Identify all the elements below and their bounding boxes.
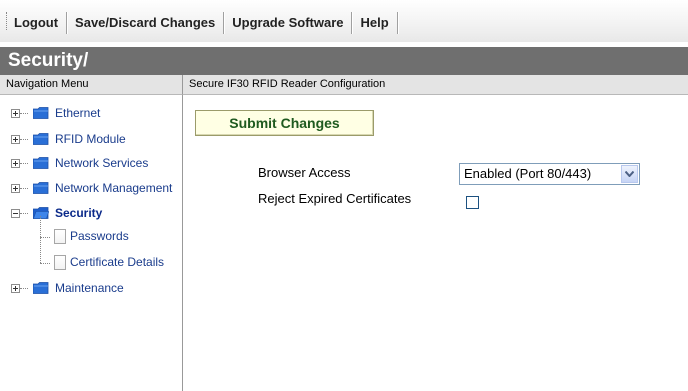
nav-label: RFID Module: [55, 132, 126, 146]
nav-label: Ethernet: [55, 106, 101, 120]
page-icon: [54, 255, 66, 270]
reject-expired-certificates-label: Reject Expired Certificates: [258, 191, 412, 206]
expand-plus-icon[interactable]: [11, 135, 20, 144]
save-discard-changes-button[interactable]: Save/Discard Changes: [67, 12, 225, 34]
nav-label: Security: [55, 206, 103, 220]
page-icon: [54, 229, 66, 244]
page-title: Security/: [0, 47, 688, 75]
nav-label: Network Services: [55, 156, 149, 170]
browser-access-value: Enabled (Port 80/443): [464, 166, 592, 181]
expand-plus-icon[interactable]: [11, 184, 20, 193]
expand-plus-icon[interactable]: [11, 284, 20, 293]
submit-changes-button[interactable]: Submit Changes: [195, 110, 374, 136]
logout-button[interactable]: Logout: [12, 12, 68, 34]
browser-access-select[interactable]: Enabled (Port 80/443): [459, 163, 640, 185]
expand-plus-icon[interactable]: [11, 159, 20, 168]
nav-item-passwords[interactable]: Passwords: [70, 229, 129, 243]
nav-label: Maintenance: [55, 281, 124, 295]
reject-expired-certificates-checkbox[interactable]: [466, 196, 479, 209]
upgrade-software-button[interactable]: Upgrade Software: [224, 12, 353, 34]
folder-icon: [33, 107, 49, 119]
folder-open-icon: [33, 207, 49, 219]
dropdown-arrow-icon[interactable]: [621, 165, 638, 183]
tree-connector: [40, 216, 41, 263]
nav-item-certificate-details[interactable]: Certificate Details: [70, 255, 164, 269]
browser-access-label: Browser Access: [258, 165, 351, 180]
folder-icon: [33, 133, 49, 145]
main-header: Secure IF30 RFID Reader Configuration: [183, 75, 688, 95]
folder-icon: [33, 282, 49, 294]
help-button[interactable]: Help: [352, 12, 398, 34]
toolbar-grip: [6, 12, 9, 30]
expand-plus-icon[interactable]: [11, 109, 20, 118]
toolbar-items: Logout Save/Discard Changes Upgrade Soft…: [12, 12, 398, 34]
nav-panel: Ethernet RFID Module Network Services Ne…: [0, 95, 183, 391]
tree-connector: [40, 237, 50, 238]
collapse-minus-icon[interactable]: [11, 209, 20, 218]
nav-header: Navigation Menu: [0, 75, 183, 95]
folder-icon: [33, 157, 49, 169]
tree-connector: [40, 263, 50, 264]
toolbar: Logout Save/Discard Changes Upgrade Soft…: [0, 0, 688, 42]
folder-icon: [33, 182, 49, 194]
nav-label: Network Management: [55, 181, 173, 195]
